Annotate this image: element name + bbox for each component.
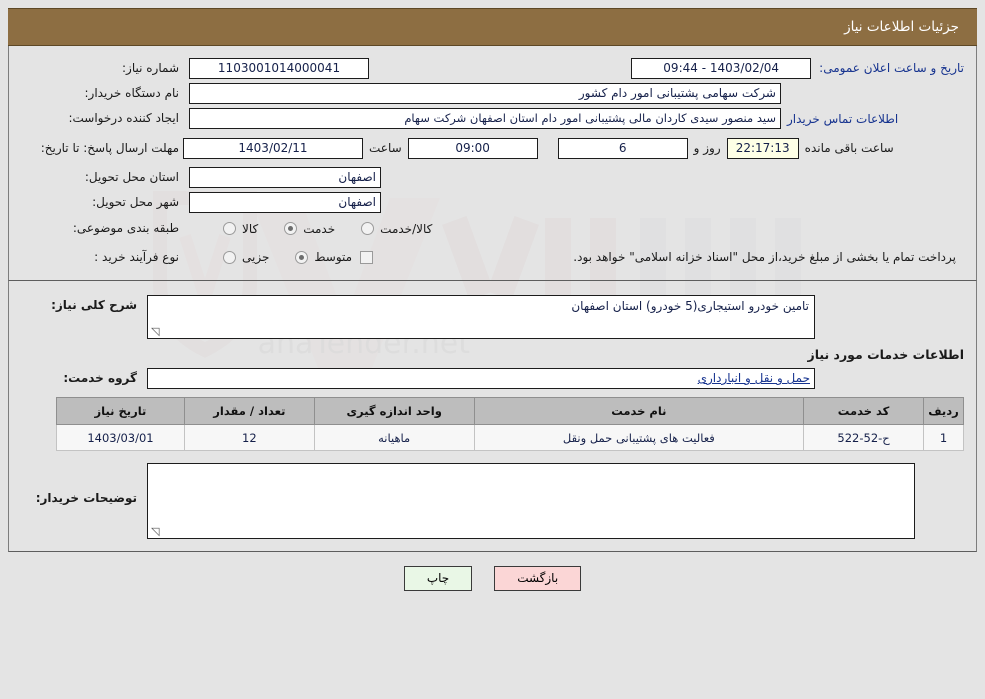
process-label: نوع فرآیند خرید : [94, 249, 179, 264]
buyer-org-label: نام دستگاه خریدار: [84, 86, 180, 100]
category-option-2-radio[interactable] [361, 222, 375, 235]
process-option-0-label: جزیی [242, 250, 270, 264]
services-section-title: اطلاعات خدمات مورد نیاز [807, 347, 965, 362]
services-table: ردیف کد خدمت نام خدمت واحد اندازه گیری ت… [56, 397, 964, 451]
table-header-row: ردیف کد خدمت نام خدمت واحد اندازه گیری ت… [56, 397, 964, 425]
col-radif: ردیف [923, 397, 964, 425]
description-label: شرح کلی نیاز: [51, 298, 137, 312]
row-buyer-org: شرکت سهامی پشتیبانی امور دام کشور نام دس… [9, 81, 976, 106]
cell-unit: ماهیانه [313, 424, 475, 451]
category-option-0-label: کالا [242, 221, 259, 236]
process-option-0[interactable]: جزیی [223, 250, 269, 264]
col-date: تاریخ نیاز [56, 397, 185, 425]
process-option-1-radio[interactable] [295, 250, 309, 264]
city-field[interactable]: اصفهان [189, 192, 381, 213]
process-option-1[interactable]: متوسط [295, 250, 352, 264]
description-textarea[interactable]: تامین خودرو استیجاری(5 خودرو) استان اصفه… [147, 295, 815, 339]
page-root: جزئیات اطلاعات نیاز تاریخ و ساعت اعلان ع… [0, 8, 985, 591]
category-option-0[interactable]: کالا [223, 222, 258, 236]
cell-name: فعالیت های پشتیبانی حمل ونقل [473, 424, 805, 451]
row-comments: ◸ توضیحات خریدار: [9, 451, 976, 541]
page-title: جزئیات اطلاعات نیاز [844, 19, 959, 35]
print-button[interactable]: چاپ [403, 566, 473, 591]
row-city: اصفهان شهر محل تحویل: [9, 190, 976, 215]
row-province: اصفهان استان محل تحویل: [9, 165, 976, 190]
row-service-group: حمل و نقل و انبارداری گروه خدمت: [9, 366, 976, 391]
province-field[interactable]: اصفهان [189, 167, 381, 188]
announce-datetime-label: تاریخ و ساعت اعلان عمومی: [819, 61, 964, 75]
deadline-time-field[interactable]: 09:00 [407, 137, 538, 159]
remaining-days-field: 6 [557, 137, 688, 159]
row-need-number: تاریخ و ساعت اعلان عمومی: 1403/02/04 - 0… [9, 56, 976, 81]
cell-code: ح-52-522 [803, 424, 925, 451]
need-number-field[interactable]: 1103001014000041 [189, 58, 369, 79]
row-process-type: پرداخت تمام یا بخشی از مبلغ خرید،از محل … [9, 242, 976, 272]
cell-date: 1403/03/01 [56, 424, 185, 451]
resize-grip-icon[interactable]: ◸ [151, 325, 161, 338]
need-number-label: شماره نیاز: [122, 61, 179, 75]
service-group-link[interactable]: حمل و نقل و انبارداری [698, 371, 810, 385]
process-option-0-radio[interactable] [223, 250, 236, 264]
row-category: کالا/خدمت خدمت کالا طبقه بندی موضوعی: [9, 215, 976, 242]
cell-qty: 12 [183, 424, 315, 451]
city-label: شهر محل تحویل: [92, 195, 179, 209]
service-group-label: گروه خدمت: [63, 371, 137, 385]
row-description: تامین خودرو استیجاری(5 خودرو) استان اصفه… [9, 293, 976, 341]
treasury-checkbox[interactable] [360, 250, 374, 264]
treasury-note: پرداخت تمام یا بخشی از مبلغ خرید،از محل … [573, 249, 956, 264]
table-row: 1 ح-52-522 فعالیت های پشتیبانی حمل ونقل … [56, 424, 964, 451]
buyer-comments-textarea[interactable]: ◸ [147, 463, 915, 539]
deadline-label: مهلت ارسال پاسخ: تا تاریخ: [40, 140, 179, 155]
remaining-clock-label: ساعت باقی مانده [804, 141, 894, 155]
row-requester: اطلاعات تماس خریدار سید منصور سیدی کاردا… [9, 106, 976, 131]
cell-radif: 1 [923, 424, 964, 451]
back-button[interactable]: بازگشت [494, 566, 582, 591]
buyer-org-field[interactable]: شرکت سهامی پشتیبانی امور دام کشور [189, 83, 781, 104]
need-description-panel: تامین خودرو استیجاری(5 خودرو) استان اصفه… [8, 281, 977, 552]
remaining-days-label: روز و [693, 141, 721, 155]
requester-label: ایجاد کننده درخواست: [68, 111, 179, 125]
col-unit: واحد اندازه گیری [313, 397, 475, 425]
category-option-2-label: کالا/خدمت [380, 221, 433, 236]
page-title-bar: جزئیات اطلاعات نیاز [8, 8, 977, 46]
requester-field[interactable]: سید منصور سیدی کاردان مالی پشتیبانی امور… [189, 108, 781, 129]
buyer-comments-label: توضیحات خریدار: [35, 491, 137, 505]
category-option-1-label: خدمت [303, 221, 336, 236]
category-label: طبقه بندی موضوعی: [72, 221, 179, 235]
footer-actions: بازگشت چاپ [0, 552, 985, 591]
col-name: نام خدمت [473, 397, 805, 425]
service-group-field[interactable]: حمل و نقل و انبارداری [147, 368, 815, 389]
deadline-date-field[interactable]: 1403/02/11 [183, 137, 363, 159]
category-option-0-radio[interactable] [223, 222, 236, 235]
need-summary-panel: تاریخ و ساعت اعلان عمومی: 1403/02/04 - 0… [8, 46, 977, 281]
buyer-comments-value [148, 464, 914, 470]
col-qty: تعداد / مقدار [183, 397, 315, 425]
col-code: کد خدمت [803, 397, 925, 425]
category-option-2[interactable]: کالا/خدمت [361, 222, 432, 236]
category-option-1[interactable]: خدمت [284, 222, 335, 236]
buyer-contact-link[interactable]: اطلاعات تماس خریدار [787, 112, 898, 126]
description-value: تامین خودرو استیجاری(5 خودرو) استان اصفه… [571, 299, 809, 313]
remaining-clock-field: 22:17:13 [726, 137, 799, 159]
announce-datetime-field[interactable]: 1403/02/04 - 09:44 [631, 58, 812, 79]
row-deadline: ساعت باقی مانده 22:17:13 روز و 6 09:00 س… [9, 131, 976, 165]
comments-resize-grip-icon[interactable]: ◸ [151, 525, 161, 538]
process-option-1-label: متوسط [314, 250, 353, 264]
deadline-time-label: ساعت [369, 141, 402, 155]
province-label: استان محل تحویل: [84, 170, 179, 184]
category-option-1-radio[interactable] [284, 222, 298, 235]
